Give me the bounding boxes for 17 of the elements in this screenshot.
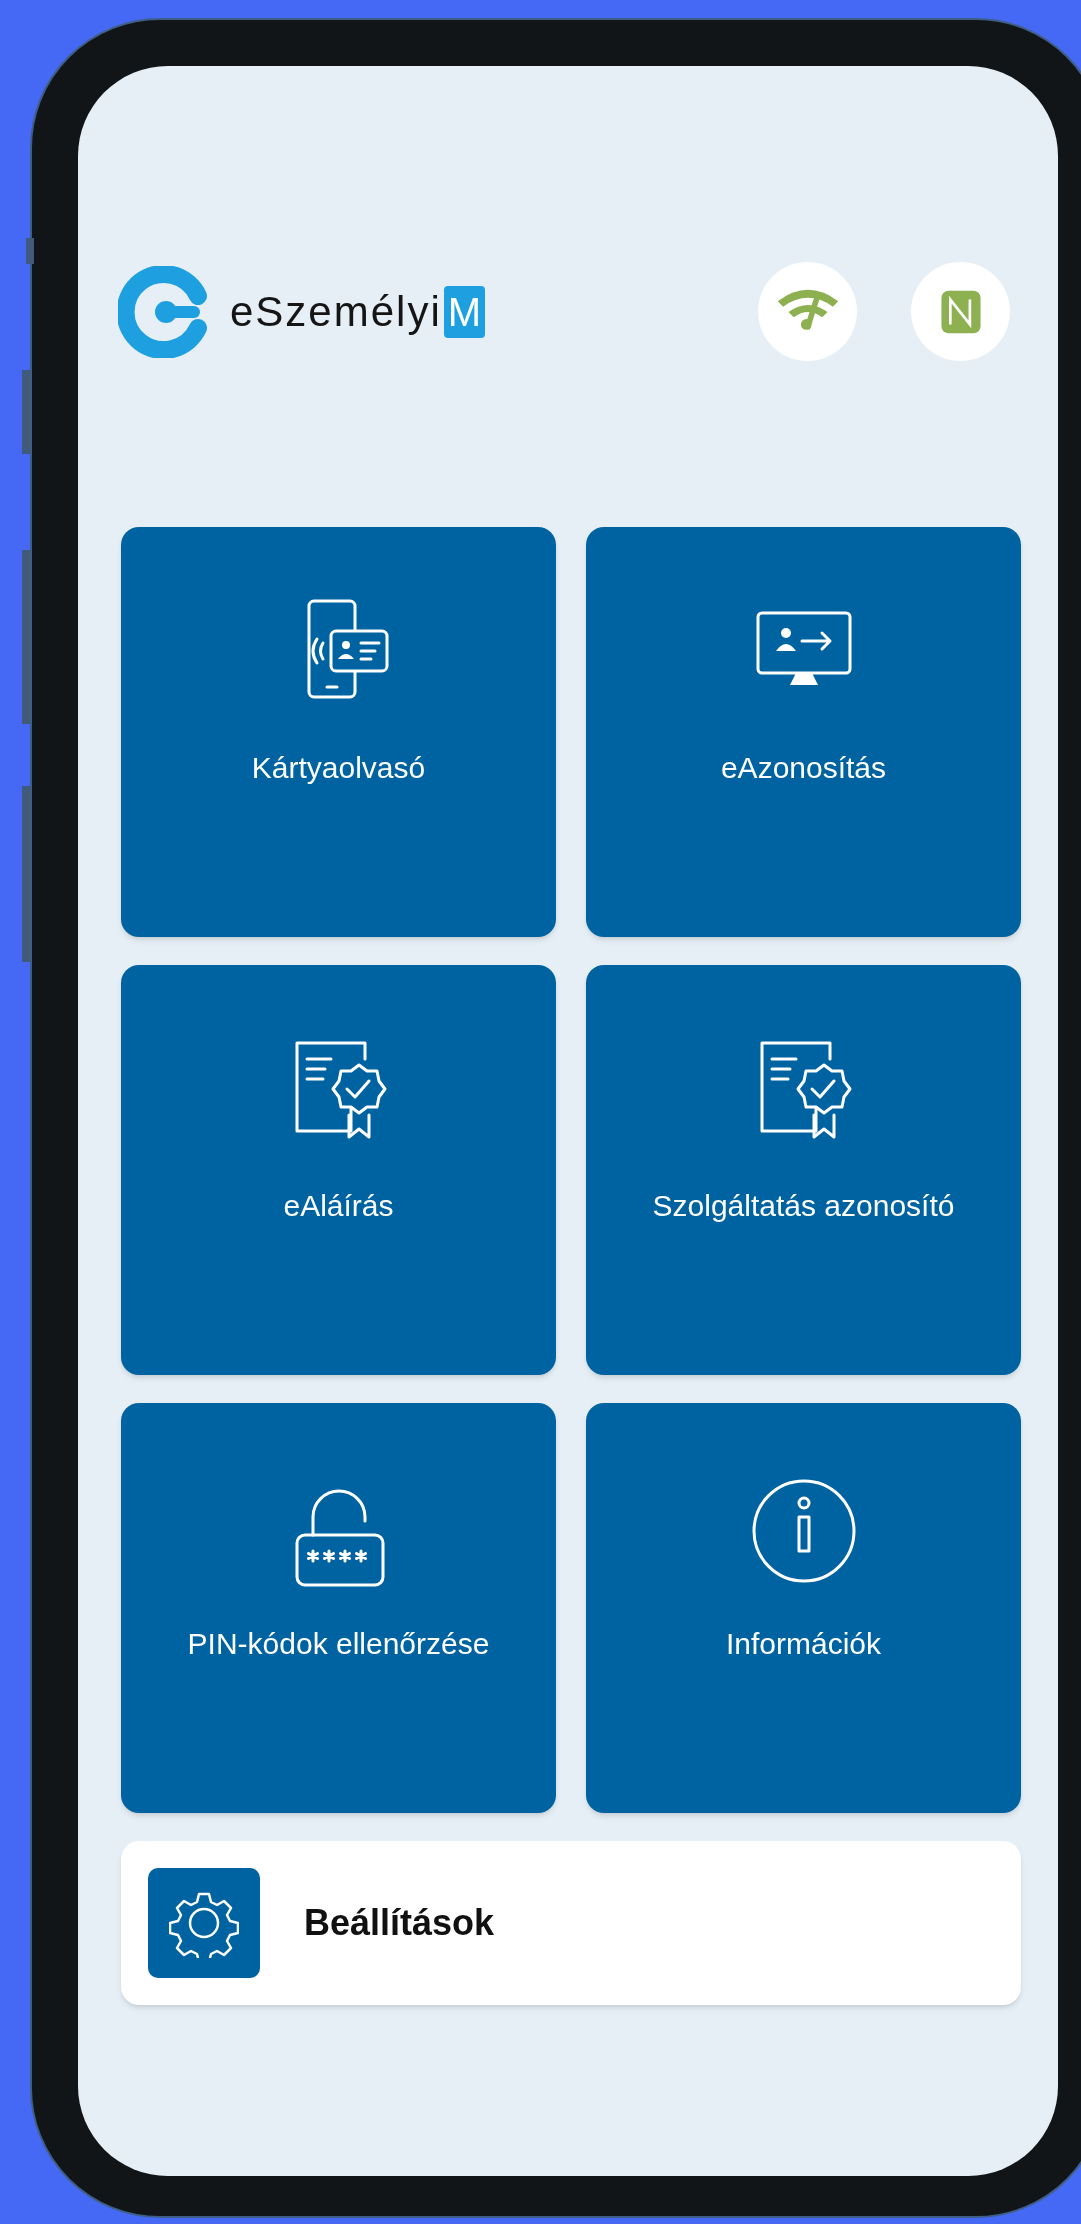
logo-icon bbox=[118, 265, 210, 358]
settings-label: Beállítások bbox=[304, 1901, 495, 1945]
menu-tile[interactable]: eAzonosítás bbox=[586, 527, 1021, 937]
settings-item[interactable]: Beállítások bbox=[121, 1841, 1021, 2005]
menu-tile[interactable]: PIN-kódok ellenőrzése bbox=[121, 1403, 556, 1813]
menu-tile[interactable]: Szolgáltatás azonosító bbox=[586, 965, 1021, 1375]
tile-label: eAzonosítás bbox=[719, 750, 888, 786]
tile-label: Kártyaolvasó bbox=[250, 750, 427, 786]
tile-label: Szolgáltatás azonosító bbox=[651, 1188, 956, 1224]
tile-label: Információk bbox=[724, 1626, 883, 1662]
logo-badge: M bbox=[443, 285, 486, 338]
logo-text: eSzemélyi bbox=[230, 287, 442, 337]
menu-tile[interactable]: Kártyaolvasó bbox=[121, 527, 556, 937]
tile-label: eAláírás bbox=[282, 1188, 395, 1224]
menu-tile[interactable]: eAláírás bbox=[121, 965, 556, 1375]
tile-label: PIN-kódok ellenőrzése bbox=[186, 1626, 491, 1662]
menu-tile[interactable]: Információk bbox=[586, 1403, 1021, 1813]
